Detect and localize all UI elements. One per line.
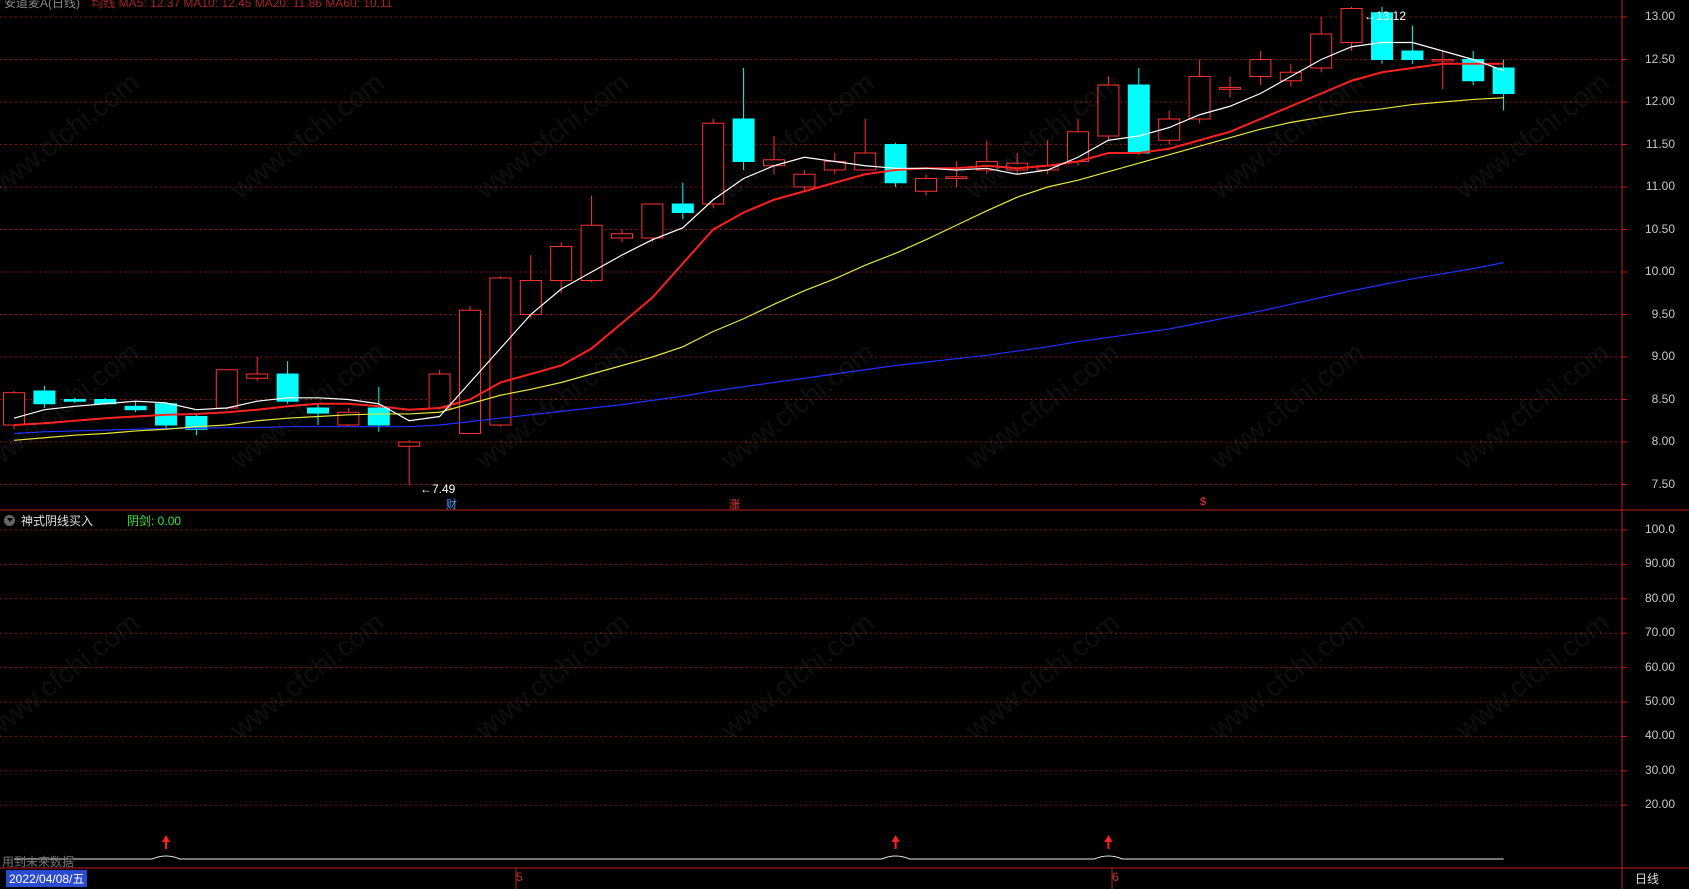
- price-tick-label: 7.50: [1651, 476, 1675, 491]
- low-arrow-icon: ←: [420, 482, 432, 496]
- candle-body: [1401, 50, 1424, 60]
- candle-body: [550, 246, 573, 281]
- candle-body: [611, 233, 633, 239]
- candle-body: [854, 152, 877, 171]
- stock-title: 安道麦A(日线): [4, 0, 80, 10]
- candle-body: [398, 441, 421, 447]
- candle-body: [1219, 87, 1241, 90]
- event-marker-finance[interactable]: 财: [446, 496, 457, 512]
- candle-body: [1340, 8, 1363, 43]
- price-tick-label: 8.50: [1651, 391, 1675, 406]
- price-tick-label: 13.00: [1644, 9, 1675, 23]
- candle-body: [519, 280, 542, 315]
- candle-body: [915, 178, 937, 192]
- event-marker-rise[interactable]: 涨: [729, 496, 740, 512]
- candle-body: [367, 407, 390, 426]
- ma-legend: 均线 MA5: 12.37 MA10: 12.45 MA20: 11.86 MA…: [91, 0, 393, 10]
- future-data-note: 用到未来数据: [2, 855, 75, 869]
- indicator-tick-label: 50.00: [1644, 694, 1675, 708]
- price-tick-label: 12.00: [1644, 94, 1675, 108]
- buy-signal-arrow-head: [891, 835, 900, 842]
- candle-body: [671, 203, 694, 213]
- candle-body: [641, 203, 664, 239]
- price-tick-label: 11.00: [1645, 179, 1675, 193]
- price-tick-label: 9.50: [1651, 306, 1675, 321]
- candle-body: [124, 405, 147, 411]
- current-date: 2022/04/08/五: [6, 870, 88, 887]
- chart-header: 安道麦A(日线) 均线 MA5: 12.37 MA10: 12.45 MA20:…: [4, 0, 392, 11]
- period-button[interactable]: 日线: [1635, 870, 1659, 887]
- price-tick-label: 10.00: [1644, 264, 1675, 278]
- indicator-value: 阴剑: 0.00: [127, 514, 182, 528]
- high-arrow-icon: ←: [1364, 9, 1376, 23]
- buy-signal-arrow-head: [162, 835, 170, 842]
- price-tick-label: 8.00: [1651, 434, 1675, 448]
- candle-body: [459, 309, 481, 434]
- indicator-tick-label: 80.00: [1644, 590, 1675, 605]
- indicator-tick-label: 20.00: [1644, 797, 1675, 812]
- candle-body: [215, 369, 238, 409]
- candle-body: [1431, 59, 1454, 62]
- candle-body: [246, 373, 269, 379]
- low-price-label: ←7.49: [420, 482, 456, 496]
- high-price-label: ←13.12: [1364, 9, 1407, 23]
- candle-body: [1249, 59, 1272, 77]
- month-tick-6: 6: [1112, 870, 1119, 884]
- indicator-name: 神式阴线买入: [21, 514, 94, 528]
- price-tick-label: 10.50: [1644, 221, 1675, 236]
- indicator-tick-label: 90.00: [1644, 556, 1675, 571]
- indicator-tick-label: 60.00: [1644, 659, 1675, 674]
- month-tick-5: 5: [516, 870, 523, 884]
- candle-body: [1127, 84, 1150, 154]
- candle-body: [702, 122, 725, 205]
- indicator-tick-label: 40.00: [1644, 728, 1675, 743]
- indicator-tick-label: 70.00: [1644, 625, 1675, 640]
- price-tick-label: 9.00: [1651, 349, 1675, 363]
- ma5-line: [13, 41, 1504, 422]
- indicator-tick-label: 100.0: [1644, 522, 1675, 536]
- price-tick-label: 11.50: [1645, 136, 1675, 151]
- price-tick-label: 12.50: [1644, 51, 1675, 66]
- candle-body: [884, 144, 907, 184]
- indicator-header[interactable]: 神式阴线买入 阴剑: 0.00: [4, 512, 181, 529]
- candle-body: [1310, 33, 1333, 69]
- candle-body: [1492, 67, 1515, 94]
- indicator-tick-label: 30.00: [1644, 762, 1675, 777]
- collapse-icon[interactable]: [4, 515, 15, 526]
- candle-body: [489, 277, 512, 426]
- event-marker-dollar[interactable]: $: [1200, 496, 1206, 508]
- indicator-line: [14, 855, 1504, 860]
- candle-body: [428, 373, 451, 409]
- candle-body: [793, 173, 816, 188]
- buy-signal-arrow-head: [1104, 835, 1113, 842]
